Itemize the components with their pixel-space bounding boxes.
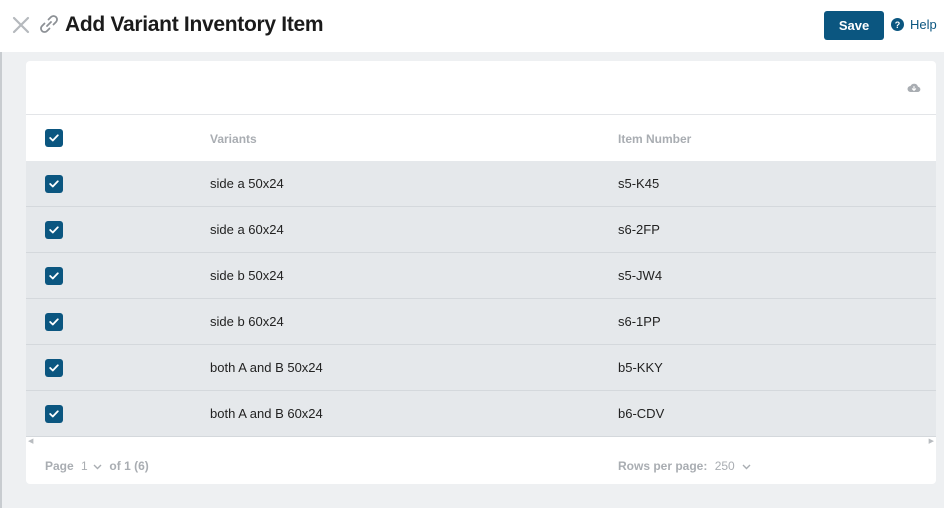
check-icon [49,272,59,280]
table-header: Variants Item Number [26,115,936,161]
rows-per-page: Rows per page: 250 [618,459,751,473]
horizontal-scrollbar[interactable]: ◀ ▶ [26,437,936,446]
page-number-select[interactable]: 1 [81,459,88,473]
row-checkbox[interactable] [45,359,63,377]
check-icon [49,134,59,142]
help-link[interactable]: ? Help [891,17,937,32]
select-all-checkbox[interactable] [45,129,63,147]
page-title: Add Variant Inventory Item [65,13,324,36]
row-checkbox[interactable] [45,313,63,331]
check-icon [49,364,59,372]
row-checkbox[interactable] [45,221,63,239]
check-icon [49,226,59,234]
item-number-cell: s5-K45 [618,176,660,191]
table-row[interactable]: both A and B 50x24 b5-KKY [26,345,936,391]
chevron-down-icon[interactable] [93,464,102,470]
table-toolbar [26,61,936,115]
page-label: Page [45,459,74,473]
table-row[interactable]: side b 50x24 s5-JW4 [26,253,936,299]
link-icon[interactable] [38,13,60,35]
table-footer: Page 1 of 1 (6) Rows per page: 250 [26,446,936,484]
variant-cell: side a 60x24 [210,222,284,237]
check-icon [49,318,59,326]
column-header-variants[interactable]: Variants [210,132,257,146]
item-number-cell: s5-JW4 [618,268,663,283]
check-icon [49,180,59,188]
item-number-cell: s6-1PP [618,314,661,329]
save-button[interactable]: Save [824,11,884,40]
help-label: Help [910,17,937,32]
cloud-download-icon[interactable] [907,82,921,94]
left-border [0,52,2,508]
pagination: Page 1 of 1 (6) [45,459,149,473]
check-icon [49,410,59,418]
table-row[interactable]: side b 60x24 s6-1PP [26,299,936,345]
variant-cell: both A and B 50x24 [210,360,323,375]
close-icon[interactable] [11,15,31,35]
help-icon: ? [891,18,904,31]
header-bar: Add Variant Inventory Item Save ? Help [0,0,944,52]
item-number-cell: b6-CDV [618,406,665,421]
row-checkbox[interactable] [45,267,63,285]
table-row[interactable]: side a 50x24 s5-K45 [26,161,936,207]
chevron-down-icon[interactable] [742,464,751,470]
rows-per-page-select[interactable]: 250 [715,459,735,473]
row-checkbox[interactable] [45,405,63,423]
table-body: side a 50x24 s5-K45 side a 60x24 s6-2FP … [26,161,936,437]
row-checkbox[interactable] [45,175,63,193]
scroll-left-arrow-icon[interactable]: ◀ [28,437,33,445]
variant-cell: side a 50x24 [210,176,284,191]
item-number-cell: b5-KKY [618,360,663,375]
variant-cell: side b 50x24 [210,268,284,283]
page-of-label: of 1 (6) [109,459,149,473]
item-number-cell: s6-2FP [618,222,660,237]
variant-cell: both A and B 60x24 [210,406,323,421]
column-header-item-number[interactable]: Item Number [618,132,691,146]
variants-card: Variants Item Number side a 50x24 s5-K45… [26,61,936,484]
scroll-right-arrow-icon[interactable]: ▶ [929,437,934,445]
variant-cell: side b 60x24 [210,314,284,329]
table-row[interactable]: both A and B 60x24 b6-CDV [26,391,936,437]
table-row[interactable]: side a 60x24 s6-2FP [26,207,936,253]
rows-per-page-label: Rows per page: [618,459,708,473]
